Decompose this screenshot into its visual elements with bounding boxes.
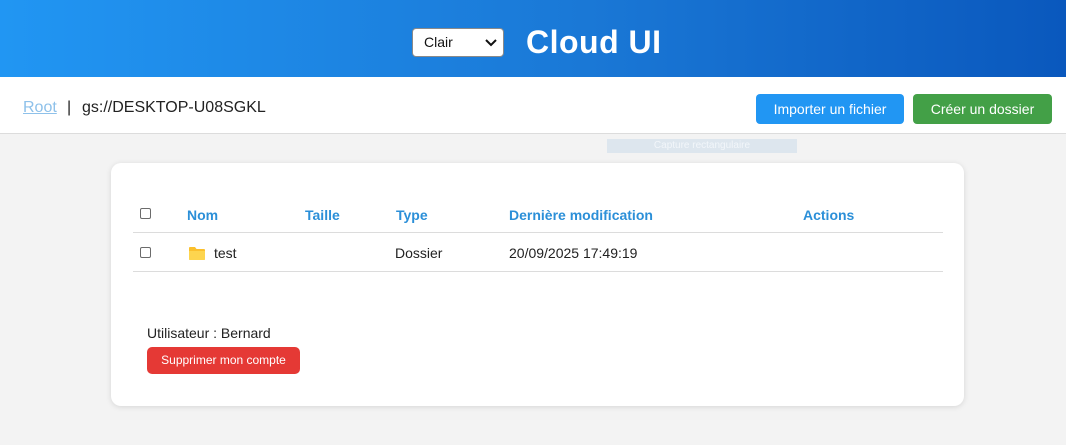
row-modified: 20/09/2025 17:49:19 [509, 245, 638, 261]
app-header: Clair Cloud UI [0, 0, 1066, 77]
select-all-checkbox[interactable] [140, 208, 151, 219]
row-type: Dossier [395, 245, 443, 261]
row-name-link[interactable]: test [214, 245, 237, 261]
file-browser-card: Nom Taille Type Dernière modification Ac… [111, 163, 964, 406]
delete-account-button[interactable]: Supprimer mon compte [147, 347, 300, 374]
app-title: Cloud UI [526, 24, 662, 60]
breadcrumb-root-link[interactable]: Root [23, 99, 57, 117]
create-folder-button[interactable]: Créer un dossier [913, 94, 1052, 124]
header-divider [133, 232, 943, 233]
theme-select-value: Clair [424, 34, 453, 50]
column-header-modified[interactable]: Dernière modification [509, 207, 653, 223]
column-header-name[interactable]: Nom [187, 207, 218, 223]
chevron-down-icon [485, 39, 497, 47]
column-header-type[interactable]: Type [396, 207, 428, 223]
import-file-button[interactable]: Importer un fichier [756, 94, 904, 124]
capture-overlay-label: Capture rectangulaire [607, 139, 797, 153]
row-checkbox[interactable] [140, 247, 151, 258]
theme-select[interactable]: Clair [412, 28, 504, 57]
toolbar: Root | gs://DESKTOP-U08SGKL Importer un … [0, 77, 1066, 134]
column-header-size[interactable]: Taille [305, 207, 340, 223]
folder-icon [189, 247, 205, 260]
breadcrumb-separator: | [67, 99, 72, 116]
row-divider [133, 271, 943, 272]
breadcrumb-current-path: gs://DESKTOP-U08SGKL [82, 99, 266, 116]
column-header-actions: Actions [803, 207, 855, 223]
user-label: Utilisateur : Bernard [147, 325, 271, 341]
